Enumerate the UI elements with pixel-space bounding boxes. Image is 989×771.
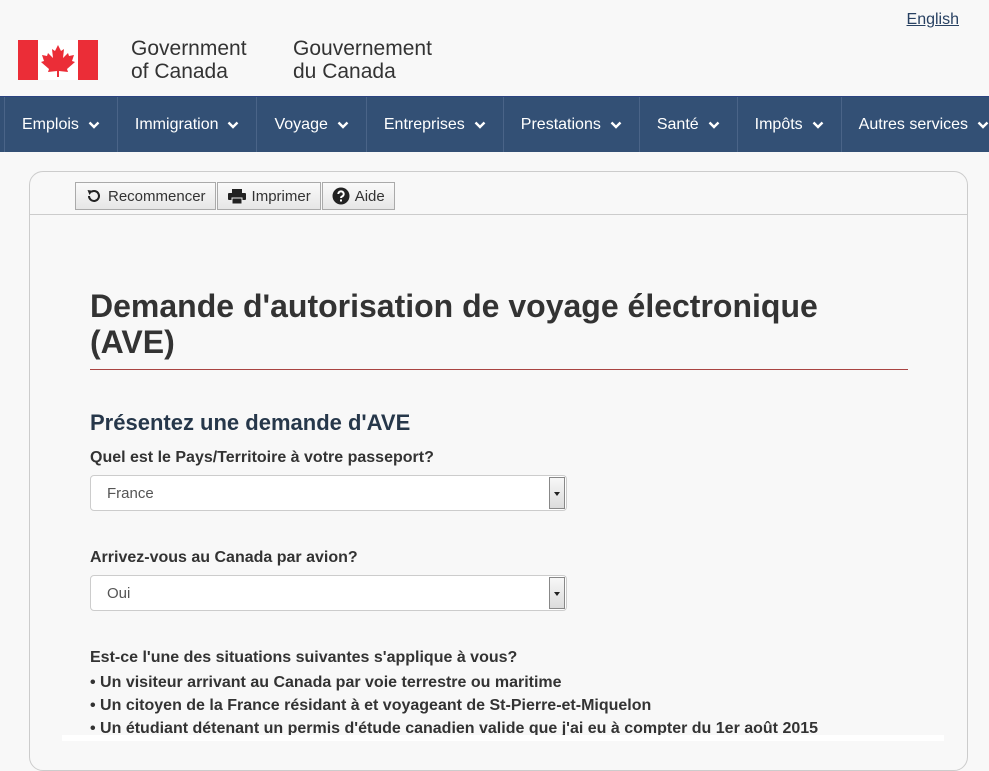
gouvernement-du-canada-wordmark: Gouvernement du Canada [293, 37, 432, 83]
title-divider [90, 369, 908, 370]
section-heading: Présentez une demande d'AVE [90, 410, 411, 435]
print-label: Imprimer [251, 187, 311, 205]
printer-icon [227, 189, 246, 205]
print-button[interactable]: Imprimer [216, 182, 321, 210]
question-circle-icon [332, 187, 350, 205]
nav-item-prestations[interactable]: Prestations [504, 97, 640, 152]
nav-item-impots[interactable]: Impôts [738, 97, 842, 152]
nav-label: Impôts [754, 115, 803, 133]
restart-button[interactable]: Recommencer [75, 182, 216, 210]
nav-label: Voyage [274, 115, 328, 133]
chevron-down-icon [228, 121, 239, 129]
passport-country-select[interactable]: France [90, 475, 567, 511]
canada-flag-icon[interactable] [18, 40, 98, 80]
nav-label: Emplois [22, 115, 79, 133]
nav-label: Immigration [134, 115, 219, 133]
arrive-by-air-label: Arrivez-vous au Canada par avion? [90, 549, 358, 566]
nav-item-autres-services[interactable]: Autres services [842, 97, 989, 152]
page-title: Demande d'autorisation de voyage électro… [90, 288, 818, 360]
situations-list: • Un visiteur arrivant au Canada par voi… [90, 671, 818, 740]
panel-toolbar: Recommencer Imprimer Aide [30, 172, 967, 215]
nav-label: Entreprises [383, 115, 465, 133]
arrive-by-air-select[interactable]: Oui [90, 575, 567, 611]
wordmark-fr-line2: du Canada [293, 60, 396, 83]
chevron-down-icon [610, 121, 622, 129]
nav-item-sante[interactable]: Santé [640, 97, 738, 152]
arrive-by-air-value: Oui [107, 585, 131, 602]
situations-question: Est-ce l'une des situations suivantes s'… [90, 649, 518, 666]
nav-label: Prestations [520, 115, 601, 133]
chevron-down-icon [474, 121, 486, 129]
nav-item-entreprises[interactable]: Entreprises [367, 97, 504, 152]
help-label: Aide [354, 187, 385, 205]
dropdown-arrow-icon[interactable] [549, 577, 565, 609]
wordmark-en-line1: Government [131, 37, 247, 60]
wordmark-en-line2: of Canada [131, 60, 228, 83]
nav-item-voyage[interactable]: Voyage [257, 97, 367, 152]
restart-icon [87, 190, 100, 202]
chevron-down-icon [812, 121, 824, 129]
list-item: • Un visiteur arrivant au Canada par voi… [90, 674, 562, 691]
content-bottom-strip [62, 735, 944, 741]
nav-item-immigration[interactable]: Immigration [118, 97, 258, 152]
chevron-down-icon [977, 121, 989, 129]
toolbar-buttons: Recommencer Imprimer Aide [75, 182, 396, 210]
chevron-down-icon [88, 121, 100, 129]
chevron-down-icon [337, 121, 349, 129]
wordmark-fr-line1: Gouvernement [293, 37, 432, 60]
government-of-canada-wordmark: Government of Canada [131, 37, 247, 83]
passport-country-label: Quel est le Pays/Territoire à votre pass… [90, 449, 434, 466]
nav-label: Santé [656, 115, 699, 133]
language-toggle-link[interactable]: English [907, 11, 959, 29]
help-button[interactable]: Aide [321, 182, 395, 210]
dropdown-arrow-icon[interactable] [549, 477, 565, 509]
restart-label: Recommencer [108, 187, 206, 205]
application-panel: Recommencer Imprimer Aide Demande d'auto… [29, 171, 968, 771]
main-menu-bar: Emplois Immigration Voyage Entreprises P… [0, 96, 989, 152]
nav-item-emplois[interactable]: Emplois [4, 97, 118, 152]
chevron-down-icon [708, 121, 720, 129]
passport-country-value: France [107, 485, 154, 502]
nav-label: Autres services [858, 115, 969, 133]
list-item: • Un citoyen de la France résidant à et … [90, 697, 652, 714]
